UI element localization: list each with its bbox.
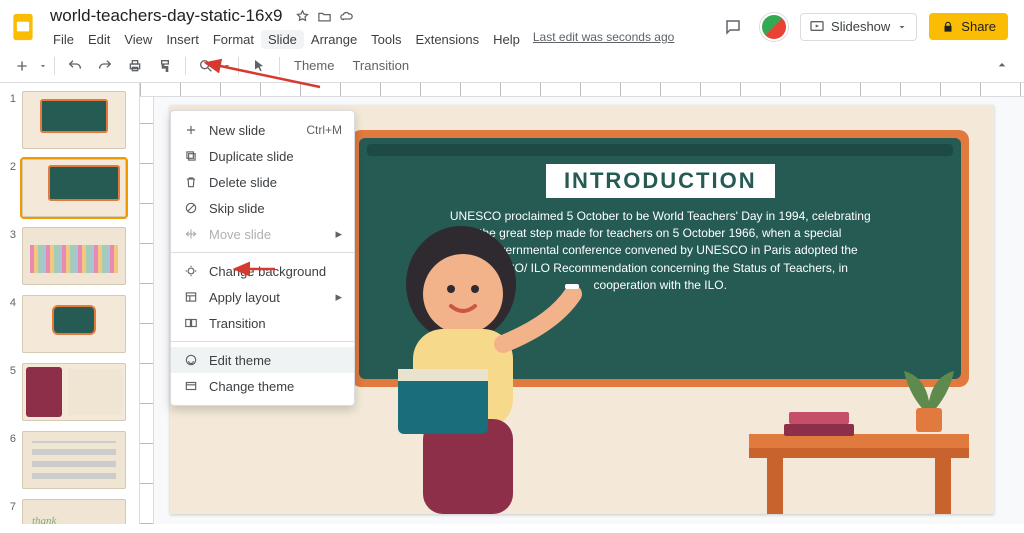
menu-format[interactable]: Format [206, 30, 261, 49]
menu-item-duplicate-slide[interactable]: Duplicate slide [171, 143, 354, 169]
slide-menu-dropdown: New slideCtrl+MDuplicate slideDelete sli… [170, 110, 355, 406]
last-edit-link[interactable]: Last edit was seconds ago [533, 30, 674, 49]
thumbnail-1[interactable]: 1 [6, 91, 133, 149]
dup-icon [183, 148, 199, 164]
vertical-ruler [140, 97, 154, 524]
layout-icon [183, 289, 199, 305]
trash-icon [183, 174, 199, 190]
move-icon [183, 226, 199, 242]
menu-item-change-background[interactable]: Change background [171, 258, 354, 284]
thumbnail-7[interactable]: 7thankyou [6, 499, 133, 524]
explore-icon[interactable] [990, 53, 1014, 77]
menu-file[interactable]: File [46, 30, 81, 49]
menu-item-change-theme[interactable]: Change theme [171, 373, 354, 399]
chevron-right-icon: ▸ [335, 289, 342, 305]
paint-format-button[interactable] [151, 52, 179, 80]
undo-button[interactable] [61, 52, 89, 80]
slides-app-icon[interactable] [10, 10, 36, 44]
comments-icon[interactable] [718, 12, 748, 42]
menu-item-delete-slide[interactable]: Delete slide [171, 169, 354, 195]
doc-title[interactable]: world-teachers-day-static-16x9 [46, 4, 286, 28]
chalkboard: INTRODUCTION UNESCO proclaimed 5 October… [359, 138, 961, 380]
chevron-down-icon [896, 21, 908, 33]
thumbnail-6[interactable]: 6 [6, 431, 133, 489]
thumbnail-panel[interactable]: 1 2 3 4 5 6 7thankyou [0, 83, 140, 524]
plant-illustration [894, 346, 964, 436]
edit-icon [183, 352, 199, 368]
menu-item-move-slide: Move slide▸ [171, 221, 354, 247]
books-illustration [784, 406, 854, 436]
share-button[interactable]: Share [929, 13, 1008, 40]
thumbnail-5[interactable]: 5 [6, 363, 133, 421]
meet-avatar-icon[interactable] [760, 13, 788, 41]
zoom-button[interactable] [192, 52, 220, 80]
cloud-status-icon[interactable] [338, 8, 354, 24]
star-icon[interactable] [294, 8, 310, 24]
slideshow-label: Slideshow [831, 19, 890, 34]
menu-extensions[interactable]: Extensions [409, 30, 487, 49]
menu-item-skip-slide[interactable]: Skip slide [171, 195, 354, 221]
menu-tools[interactable]: Tools [364, 30, 408, 49]
menu-item-apply-layout[interactable]: Apply layout▸ [171, 284, 354, 310]
menu-arrange[interactable]: Arrange [304, 30, 364, 49]
thumbnail-2[interactable]: 2 [6, 159, 133, 217]
chalkboard-frame: INTRODUCTION UNESCO proclaimed 5 October… [351, 130, 969, 388]
chevron-down-icon[interactable] [38, 61, 48, 71]
chg-icon [183, 378, 199, 394]
slide-body-text: UNESCO proclaimed 5 October to be World … [445, 208, 875, 295]
skip-icon [183, 200, 199, 216]
menu-item-new-slide[interactable]: New slideCtrl+M [171, 117, 354, 143]
share-label: Share [961, 19, 996, 34]
bg-icon [183, 263, 199, 279]
chevron-down-icon[interactable] [222, 61, 232, 71]
print-button[interactable] [121, 52, 149, 80]
toolbar: Theme Transition [0, 49, 1024, 83]
plus-icon [183, 122, 199, 138]
slideshow-button[interactable]: Slideshow [800, 13, 917, 41]
menu-view[interactable]: View [117, 30, 159, 49]
menu-item-transition[interactable]: Transition [171, 310, 354, 336]
select-tool[interactable] [245, 52, 273, 80]
chevron-right-icon: ▸ [335, 226, 342, 242]
theme-button[interactable]: Theme [286, 58, 342, 73]
trans-icon [183, 315, 199, 331]
menu-item-edit-theme[interactable]: Edit theme [171, 347, 354, 373]
menu-help[interactable]: Help [486, 30, 527, 49]
menu-insert[interactable]: Insert [159, 30, 206, 49]
new-slide-button[interactable] [8, 52, 36, 80]
horizontal-ruler [140, 83, 1024, 97]
thumbnail-3[interactable]: 3 [6, 227, 133, 285]
lock-icon [941, 20, 955, 34]
slide-heading: INTRODUCTION [546, 164, 775, 198]
transition-button[interactable]: Transition [344, 58, 417, 73]
thumbnail-4[interactable]: 4 [6, 295, 133, 353]
move-folder-icon[interactable] [316, 8, 332, 24]
menu-edit[interactable]: Edit [81, 30, 117, 49]
menu-slide[interactable]: Slide [261, 30, 304, 49]
redo-button[interactable] [91, 52, 119, 80]
